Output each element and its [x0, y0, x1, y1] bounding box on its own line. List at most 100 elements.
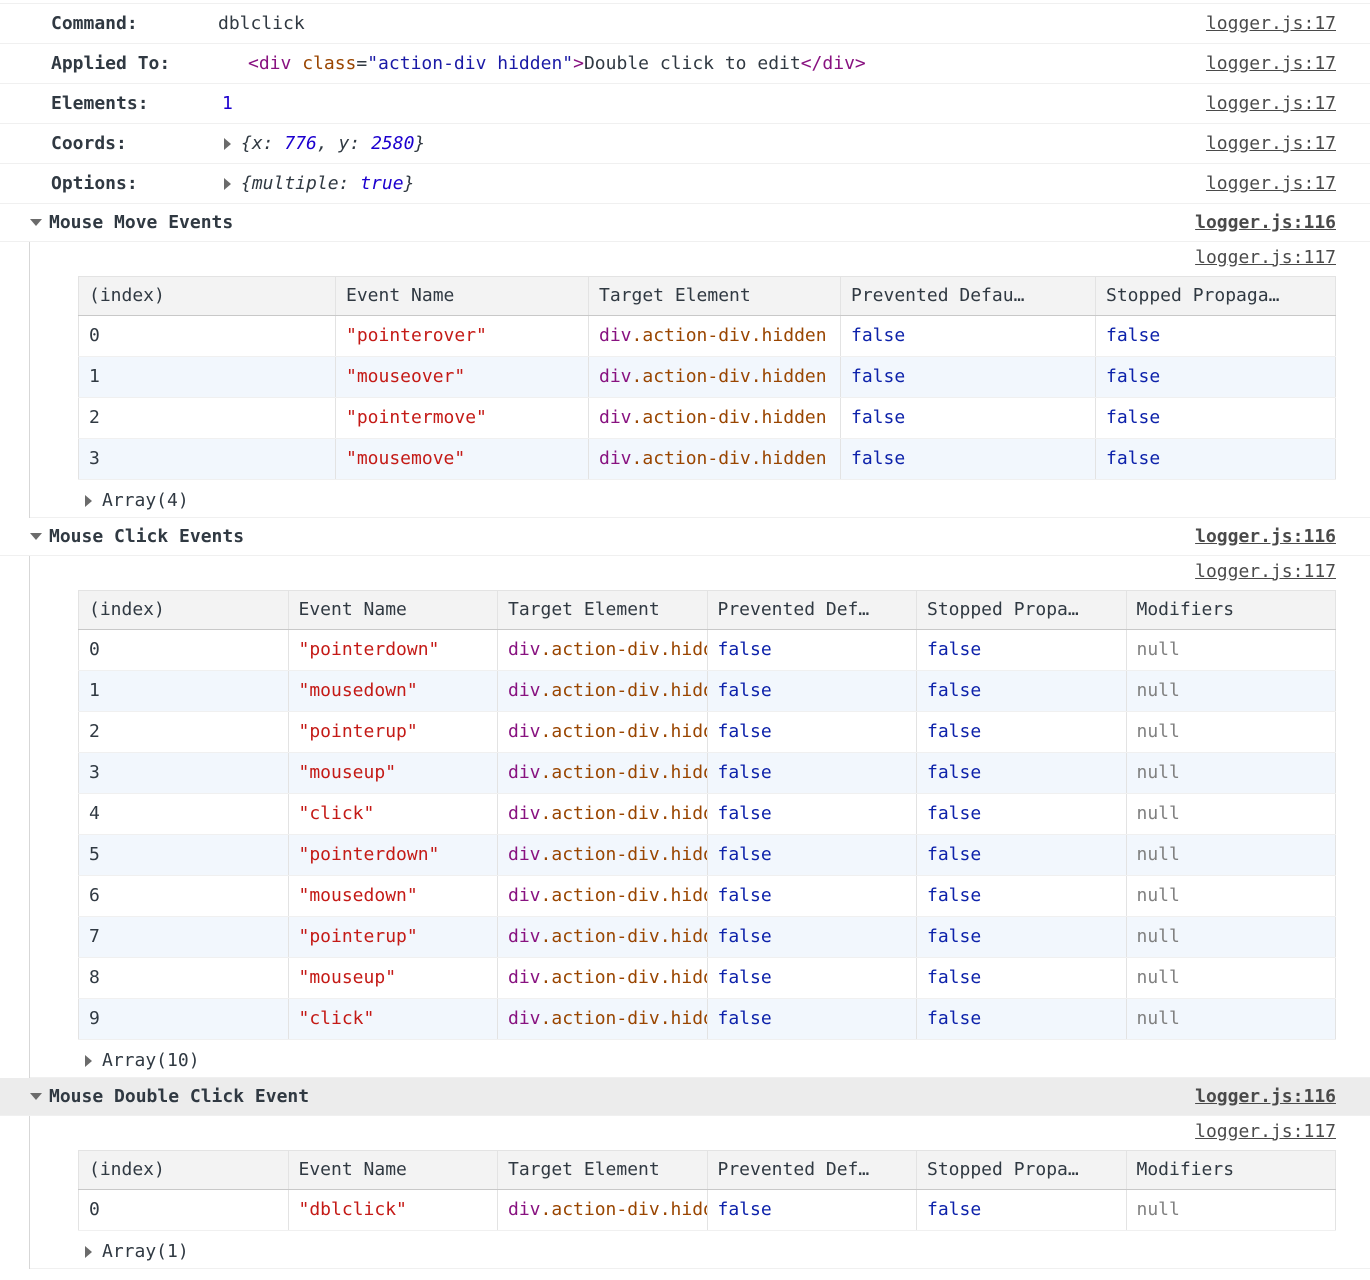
table-source-link[interactable]: logger.js:117 [1179, 247, 1336, 268]
node-class-token: .action-div.hidden [632, 325, 827, 346]
column-header-label: Stopped Propagation [927, 598, 1080, 622]
table-source-link[interactable]: logger.js:117 [1179, 561, 1336, 582]
table-cell-string: "pointerover" [336, 316, 589, 357]
table-cell-node: div.action-div.hidden [498, 1190, 708, 1231]
node-class-token: .action-div.hidden [541, 885, 707, 906]
column-header[interactable]: Target Element [498, 1151, 708, 1190]
events-table: (index) Event Name Target ElementPrevented… [78, 1150, 1336, 1231]
expand-triangle-icon[interactable] [85, 495, 92, 507]
table-source-link[interactable]: logger.js:117 [1179, 1121, 1336, 1142]
events-table: (index)Event Name Target Element Prevented… [78, 276, 1336, 480]
group-source-link[interactable]: logger.js:116 [1179, 212, 1336, 233]
column-header[interactable]: Prevented Default [841, 277, 1096, 316]
options-object-preview[interactable]: {multiple: true} [241, 173, 414, 194]
column-header[interactable]: (index) [79, 591, 289, 630]
expand-triangle-icon[interactable] [85, 1246, 92, 1258]
table-cell-boolean: false [707, 876, 917, 917]
column-header[interactable]: Target Element [589, 277, 841, 316]
table-row: 4"click"div.action-div.hiddenfalsefalsen… [79, 794, 1336, 835]
column-header[interactable]: Modifiers [1126, 591, 1336, 630]
table-cell-index: 0 [79, 630, 289, 671]
group-header[interactable]: Mouse Double Click Event logger.js:116 [0, 1078, 1370, 1116]
table-cell-string: "click" [288, 999, 498, 1040]
html-element-preview[interactable]: <div class="action-div hidden">Double cl… [248, 53, 866, 74]
node-tag-token: div [508, 967, 541, 988]
table-cell-index: 2 [79, 398, 336, 439]
table-cell-index: 0 [79, 316, 336, 357]
node-class-token: .action-div.hidden [541, 762, 707, 783]
column-header[interactable]: Event Name [336, 277, 589, 316]
table-cell-boolean: false [707, 712, 917, 753]
console-groups: Mouse Move Events logger.js:116 logger.j… [0, 204, 1370, 1269]
column-header-label: Target Element [599, 284, 751, 308]
preview-text: {multiple: [241, 173, 360, 194]
preview-text: {x: [241, 133, 284, 154]
group-source-link[interactable]: logger.js:116 [1179, 526, 1336, 547]
table-wrap: (index)Event Name Target Element Prevented… [30, 272, 1370, 484]
column-header-label: Target Element [508, 598, 660, 622]
group-header[interactable]: Mouse Move Events logger.js:116 [0, 204, 1370, 242]
source-link[interactable]: logger.js:17 [1190, 133, 1336, 154]
table-cell-string: "pointerdown" [288, 630, 498, 671]
column-header[interactable]: (index) [79, 277, 336, 316]
group-header[interactable]: Mouse Click Events logger.js:116 [0, 518, 1370, 556]
source-link[interactable]: logger.js:17 [1190, 173, 1336, 194]
column-header[interactable]: Prevented Default [707, 1151, 917, 1190]
table-cell-index: 1 [79, 357, 336, 398]
table-wrap: (index) Event Name Target ElementPrevented… [30, 1146, 1370, 1235]
column-header[interactable]: Prevented Default [707, 591, 917, 630]
node-class-token: .action-div.hidden [541, 844, 707, 865]
column-header[interactable]: Event Name [288, 1151, 498, 1190]
y-value: 2580 [371, 133, 414, 154]
node-tag-token: div [508, 1199, 541, 1220]
source-link[interactable]: logger.js:17 [1190, 53, 1336, 74]
node-tag-token: div [599, 407, 632, 428]
console-panel: Command: dblclick logger.js:17 Applied T… [0, 3, 1370, 1269]
expand-triangle-icon[interactable] [224, 138, 231, 150]
table-cell-string: "pointermove" [336, 398, 589, 439]
node-tag-token: div [599, 366, 632, 387]
table-cell-boolean: false [841, 439, 1096, 480]
expand-triangle-icon[interactable] [224, 178, 231, 190]
node-tag-token: div [508, 803, 541, 824]
table-cell-boolean: false [707, 1190, 917, 1231]
table-cell-string: "pointerup" [288, 712, 498, 753]
column-header-label: (index) [89, 598, 165, 622]
table-cell-boolean: false [841, 398, 1096, 439]
source-link[interactable]: logger.js:17 [1190, 93, 1336, 114]
table-cell-node: div.action-div.hidden [498, 835, 708, 876]
table-cell-node: div.action-div.hidden [498, 958, 708, 999]
group-source-link[interactable]: logger.js:116 [1179, 1086, 1336, 1107]
column-header[interactable]: Stopped Propagation [917, 1151, 1127, 1190]
column-header[interactable]: (index) [79, 1151, 289, 1190]
table-cell-boolean: false [707, 794, 917, 835]
table-cell-node: div.action-div.hidden [589, 398, 841, 439]
table-row: 2"pointermove"div.action-div.hiddenfalse… [79, 398, 1336, 439]
table-cell-boolean: false [917, 794, 1127, 835]
column-header[interactable]: Event Name [288, 591, 498, 630]
table-cell-node: div.action-div.hidden [589, 316, 841, 357]
attr-value-token: "action-div hidden" [367, 53, 573, 74]
table-row: 3"mousemove"div.action-div.hiddenfalsefa… [79, 439, 1336, 480]
elements-count: 1 [222, 93, 233, 114]
expand-triangle-icon[interactable] [85, 1055, 92, 1067]
column-header[interactable]: Modifiers [1126, 1151, 1336, 1190]
column-header[interactable]: Target Element [498, 591, 708, 630]
tag-open-token: <div [248, 53, 302, 74]
table-cell-string: "mouseover" [336, 357, 589, 398]
column-header-label: (index) [89, 1158, 165, 1182]
table-cell-string: "mouseup" [288, 958, 498, 999]
coords-object-preview[interactable]: {x: 776, y: 2580} [241, 133, 425, 154]
array-summary-label: Array(4) [102, 490, 189, 511]
array-summary-label: Array(1) [102, 1241, 189, 1262]
column-header-label: Event Name [299, 1158, 407, 1182]
table-cell-index: 3 [79, 753, 289, 794]
log-row-command: Command: dblclick logger.js:17 [0, 4, 1370, 44]
source-link[interactable]: logger.js:17 [1190, 13, 1336, 34]
column-header[interactable]: Stopped Propagation [1096, 277, 1336, 316]
column-header[interactable]: Stopped Propagation [917, 591, 1127, 630]
table-log-row: logger.js:117 [30, 242, 1370, 272]
node-class-token: .action-div.hidden [541, 803, 707, 824]
table-cell-boolean: false [707, 630, 917, 671]
node-class-token: .action-div.hidden [541, 639, 707, 660]
